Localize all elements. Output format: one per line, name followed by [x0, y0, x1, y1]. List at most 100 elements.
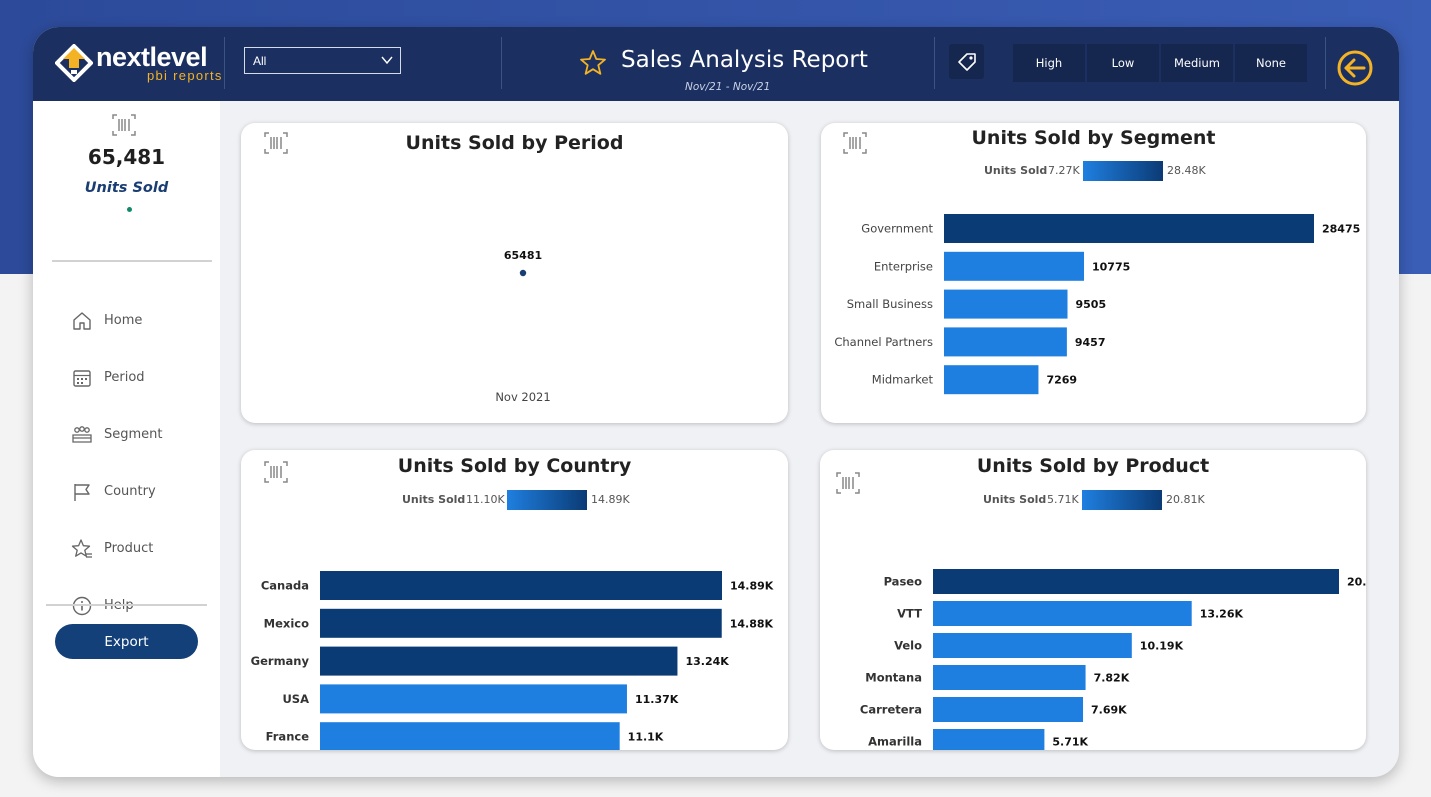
- data-label: 28475: [1322, 223, 1360, 236]
- nav-label: Period: [104, 370, 145, 385]
- data-label: 10.19K: [1140, 640, 1184, 653]
- barcode-icon: [112, 114, 136, 136]
- dropdown-value: All: [253, 54, 267, 68]
- bar[interactable]: [933, 569, 1339, 594]
- nav-label: Segment: [104, 427, 163, 442]
- nav-label: Home: [104, 313, 143, 328]
- data-label: 65481: [504, 249, 542, 262]
- bar[interactable]: [320, 571, 722, 600]
- nav-label: Country: [104, 484, 156, 499]
- data-label: 20.81K: [1347, 576, 1366, 589]
- divider: [1325, 37, 1326, 89]
- flag-icon: [74, 484, 90, 501]
- report-canvas: nextlevel pbi reports All Sales Analysis…: [33, 27, 1399, 777]
- category-label: USA: [282, 692, 309, 706]
- back-arrow-icon[interactable]: [1336, 49, 1374, 87]
- date-range: Nov/21 - Nov/21: [685, 81, 771, 93]
- data-label: 11.1K: [628, 731, 664, 744]
- bar[interactable]: [320, 684, 627, 714]
- category-label: Canada: [261, 579, 309, 593]
- data-label: 7269: [1046, 374, 1077, 387]
- nav-item-help[interactable]: Help: [71, 592, 211, 620]
- data-label: 14.89K: [730, 580, 774, 593]
- divider: [52, 260, 212, 262]
- bar[interactable]: [933, 665, 1086, 690]
- data-label: 7.69K: [1091, 704, 1127, 717]
- bar[interactable]: [944, 289, 1068, 319]
- category-label: Amarilla: [868, 735, 922, 749]
- data-label: 11.37K: [635, 693, 679, 706]
- home-icon: [73, 312, 91, 330]
- bar[interactable]: [320, 646, 678, 676]
- chart-card-product: Units Sold by Product Units Sold 5.71K 2…: [820, 450, 1366, 750]
- nav-item-segment[interactable]: Segment: [71, 421, 211, 449]
- logo-subtext: pbi reports: [147, 68, 223, 83]
- status-dot: [127, 207, 132, 212]
- data-point[interactable]: [519, 269, 527, 277]
- bar[interactable]: [944, 365, 1039, 395]
- divider: [224, 37, 225, 89]
- nav-item-product[interactable]: Product: [71, 535, 211, 563]
- chart-card-country: Units Sold by Country Units Sold 11.10K …: [241, 450, 788, 750]
- calendar-icon: [73, 370, 91, 387]
- chevron-down-icon: [381, 56, 393, 65]
- bar[interactable]: [933, 697, 1084, 722]
- category-label: Paseo: [884, 575, 923, 589]
- product-chart: Paseo 20.81K VTT 13.26K Velo 10.19K Montana 7.8…: [860, 569, 1366, 750]
- x-tick-label: Nov 2021: [495, 390, 550, 404]
- nav-item-country[interactable]: Country: [71, 478, 211, 506]
- nav-item-period[interactable]: Period: [71, 364, 211, 392]
- data-label: 9457: [1075, 336, 1106, 349]
- filter-high-button[interactable]: High: [1013, 44, 1085, 82]
- star-icon: [71, 539, 92, 558]
- category-label: Mexico: [264, 616, 309, 630]
- bar[interactable]: [944, 251, 1085, 281]
- divider: [46, 604, 207, 606]
- period-chart: 65481 Nov 2021: [495, 249, 550, 404]
- category-label: VTT: [897, 607, 922, 621]
- export-button[interactable]: Export: [55, 624, 198, 659]
- kpi-value: 65,481: [87, 145, 166, 169]
- category-label: Midmarket: [872, 373, 934, 387]
- star-icon: [580, 50, 606, 75]
- chart-card-segment: Units Sold by Segment Units Sold 7.27K 2…: [821, 123, 1366, 423]
- nav-label: Product: [104, 541, 154, 556]
- divider: [501, 37, 502, 89]
- filter-medium-button[interactable]: Medium: [1161, 44, 1233, 82]
- bar[interactable]: [944, 327, 1067, 357]
- data-label: 7.82K: [1094, 672, 1130, 685]
- chart-card-period: Units Sold by Period 65481 Nov 2021: [241, 123, 788, 423]
- category-label: Montana: [865, 671, 922, 685]
- data-label: 10775: [1092, 260, 1130, 273]
- filter-dropdown[interactable]: All: [244, 47, 401, 74]
- category-label: Government: [861, 222, 933, 236]
- category-label: Small Business: [847, 297, 933, 311]
- bar[interactable]: [933, 729, 1045, 750]
- page-title: Sales Analysis Report: [621, 47, 868, 73]
- bar[interactable]: [933, 601, 1192, 626]
- filter-low-button[interactable]: Low: [1087, 44, 1159, 82]
- segment-chart: Government 28475 Enterprise 10775 Small Busi…: [834, 214, 1360, 395]
- country-chart: Canada 14.89K Mexico 14.88K Germany 13.24K USA…: [251, 571, 774, 750]
- logo: nextlevel pbi reports: [55, 42, 225, 86]
- tag-filter-button[interactable]: [949, 44, 984, 79]
- bar[interactable]: [933, 633, 1132, 658]
- category-label: Enterprise: [874, 259, 933, 273]
- divider: [934, 37, 935, 89]
- bar[interactable]: [320, 608, 722, 638]
- nav-item-home[interactable]: Home: [71, 307, 211, 335]
- filter-none-button[interactable]: None: [1235, 44, 1307, 82]
- priority-filter-group: High Low Medium None: [1013, 44, 1307, 82]
- data-label: 13.26K: [1200, 608, 1244, 621]
- sidebar: 65,481 Units Sold Home Period Segment Co…: [33, 101, 220, 777]
- tag-icon: [958, 53, 976, 71]
- logo-mark-icon: [55, 44, 93, 82]
- data-label: 9505: [1076, 298, 1107, 311]
- bar[interactable]: [944, 214, 1314, 243]
- category-label: Germany: [251, 654, 310, 668]
- kpi-label: Units Sold: [84, 180, 169, 196]
- data-label: 5.71K: [1052, 736, 1088, 749]
- bar[interactable]: [320, 722, 620, 750]
- category-label: Channel Partners: [834, 335, 933, 349]
- data-label: 14.88K: [730, 617, 774, 630]
